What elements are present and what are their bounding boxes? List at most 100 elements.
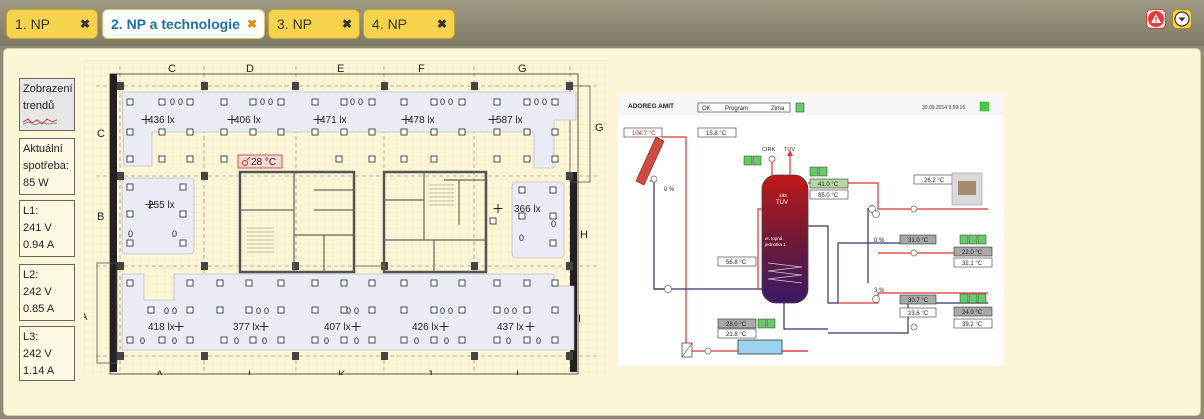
light-value: 0 — [128, 229, 133, 239]
light-value: 0 — [354, 336, 359, 346]
control-button[interactable] — [977, 293, 987, 304]
light-value: 0 — [440, 306, 445, 316]
circuit2-percent: 3 % — [874, 288, 885, 294]
tank-top-temp: 41.0 °C — [818, 182, 839, 188]
warning-icon — [1148, 11, 1164, 27]
chevron-down-icon — [1174, 11, 1190, 27]
tab-label: 4. NP — [372, 16, 408, 32]
tank-heater-note: el. topná — [765, 236, 783, 241]
light-value: 0 — [506, 336, 511, 346]
control-button[interactable] — [809, 166, 819, 177]
axis-label: H — [580, 229, 588, 241]
circuit2-room-temp: 30.7 °C — [908, 298, 929, 304]
phase-l2-box: L2: 242 V 0.85 A — [19, 264, 75, 321]
tab-label: 1. NP — [15, 16, 51, 32]
axis-label: G — [595, 122, 604, 134]
phase-voltage: 242 V — [23, 286, 52, 298]
tank-title: TUV — [776, 200, 788, 206]
light-value: 0 — [444, 336, 449, 346]
control-button[interactable] — [757, 318, 767, 329]
light-value: 0 — [264, 306, 269, 316]
alert-button[interactable] — [1146, 9, 1166, 29]
control-button[interactable] — [752, 155, 762, 166]
control-button[interactable] — [743, 155, 753, 166]
tab-bar: 1. NP ✖ 2. NP a technologie ✖ 3. NP ✖ 4.… — [0, 0, 1204, 46]
lux-sensor: 426 lx — [412, 322, 439, 333]
trend-chart-icon — [22, 118, 58, 126]
phase-name: L2: — [23, 269, 39, 281]
phase-name: L1: — [23, 205, 39, 217]
tab-4np[interactable]: 4. NP ✖ — [363, 9, 455, 39]
circuit1-percent: 0 % — [874, 238, 885, 244]
pump-icon — [910, 205, 918, 213]
control-button[interactable] — [959, 234, 969, 245]
pool-icon[interactable] — [737, 339, 783, 355]
boiler-bottom-temp: 21.8 °C — [726, 332, 747, 338]
pump-icon — [910, 249, 918, 257]
menu-dropdown-button[interactable] — [1172, 9, 1192, 29]
phase-l3-box: L3: 242 V 1.14 A — [19, 326, 75, 381]
outdoor-temp: 15.8 °C — [706, 131, 727, 137]
circuit1-set-temp: 22.0 °C — [962, 250, 983, 256]
light-value: 0 — [519, 233, 524, 243]
circuit2-set-temp: 24.0 °C — [962, 310, 983, 316]
power-label: Aktuální spotřeba: — [23, 143, 69, 172]
phase-name: L3: — [23, 331, 39, 343]
axis-label: G — [518, 63, 527, 75]
close-icon[interactable]: ✖ — [80, 10, 90, 38]
trends-label: Zobrazení trendů — [23, 83, 73, 112]
pump-icon — [650, 175, 658, 183]
light-value: 0 — [260, 97, 265, 107]
mode-program: Program — [725, 106, 748, 112]
light-value: 0 — [170, 97, 175, 107]
tab-1np[interactable]: 1. NP ✖ — [6, 9, 98, 39]
lux-sensor: 437 lx — [497, 322, 524, 333]
light-value: 0 — [448, 306, 453, 316]
temperature-sensor[interactable]: 28 °C — [237, 154, 283, 169]
phase-current: 1.14 A — [23, 365, 55, 377]
lux-sensor: 406 lx — [234, 115, 261, 126]
light-value: 0 — [324, 336, 329, 346]
close-icon[interactable]: ✖ — [437, 10, 447, 38]
fireplace-temp: 26.2 °C — [924, 178, 945, 184]
control-button[interactable] — [968, 293, 978, 304]
axis-label: J — [427, 369, 433, 375]
light-value: 0 — [414, 336, 419, 346]
close-icon[interactable]: ✖ — [247, 10, 257, 38]
light-value: 0 — [234, 336, 239, 346]
phase-l1-box: L1: 241 V 0.94 A — [19, 200, 75, 257]
pump-icon — [704, 347, 712, 355]
pump-icon — [910, 323, 918, 331]
tab-2np-technologie[interactable]: 2. NP a technologie ✖ — [102, 9, 265, 39]
trends-button[interactable]: Zobrazení trendů — [19, 78, 75, 131]
temperature-value: 28 °C — [251, 157, 276, 168]
power-value: 85 W — [23, 177, 49, 189]
lux-sensor: 478 lx — [408, 115, 435, 126]
axis-label: C — [97, 128, 105, 140]
tank-mid-temp: 56.8 °C — [726, 260, 747, 266]
axis-label: D — [246, 63, 254, 75]
mode-toggle[interactable] — [795, 102, 805, 113]
circuit1-flow-temp: 32.1 °C — [962, 261, 983, 267]
pump-icon — [768, 155, 776, 163]
control-button[interactable] — [968, 234, 978, 245]
light-value: 0 — [354, 306, 359, 316]
tab-3np[interactable]: 3. NP ✖ — [268, 9, 360, 39]
close-icon[interactable]: ✖ — [342, 10, 352, 38]
control-button[interactable] — [766, 318, 776, 329]
control-button[interactable] — [959, 293, 969, 304]
lux-sensor: 587 lx — [496, 115, 523, 126]
tank-title: zás — [779, 193, 787, 199]
light-value: 0 — [536, 336, 541, 346]
tank-heater-note: jednotka 1 — [764, 242, 786, 247]
tab-label: 2. NP a technologie — [111, 16, 240, 32]
control-button[interactable] — [818, 166, 828, 177]
light-value: 0 — [551, 219, 556, 229]
light-value: 0 — [358, 97, 363, 107]
phase-current: 0.94 A — [23, 239, 55, 251]
control-button[interactable] — [977, 234, 987, 245]
lux-sensor: 255 lx — [148, 200, 175, 211]
panel-status-icon[interactable] — [979, 101, 990, 112]
light-value: 0 — [504, 306, 509, 316]
light-value: 0 — [262, 336, 267, 346]
